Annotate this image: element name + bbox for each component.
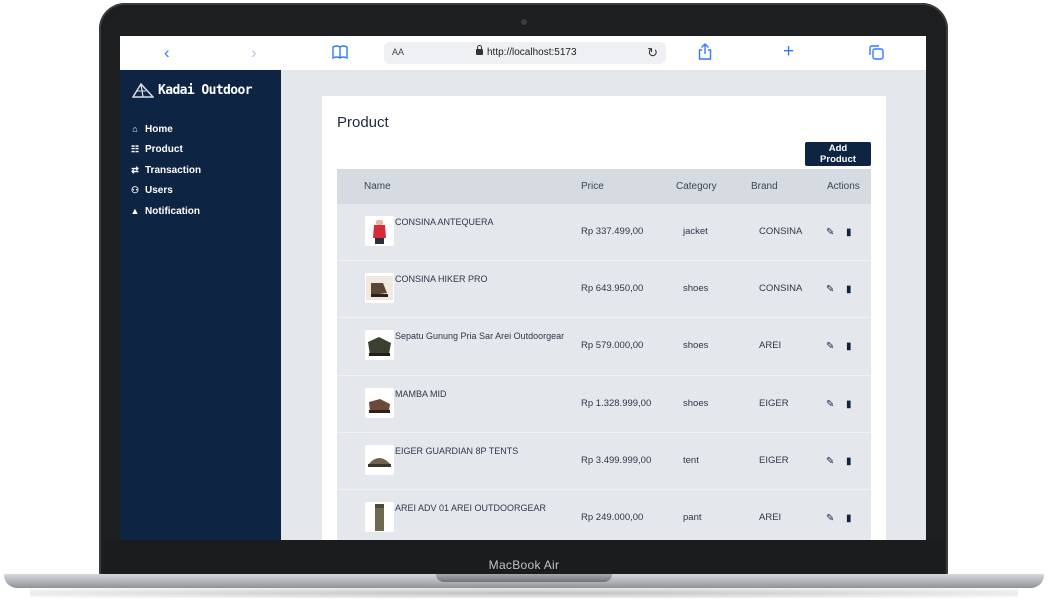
- transaction-icon: ⇄: [131, 164, 139, 175]
- table-row: EIGER GUARDIAN 8P TENTS Rp 3.499.999,00 …: [337, 432, 871, 490]
- camera-icon: [521, 19, 527, 25]
- product-name: CONSINA ANTEQUERA: [395, 217, 494, 227]
- table-header: Name Price Category Brand Actions: [337, 169, 871, 204]
- product-price: Rp 3.499.999,00: [581, 454, 652, 466]
- edit-icon[interactable]: ✎: [826, 399, 834, 410]
- table-row: AREI ADV 01 AREI OUTDOORGEAR Rp 249.000,…: [337, 489, 871, 540]
- sidebar-item-notification[interactable]: ▲ Notification: [130, 201, 201, 222]
- device-label: MacBook Air: [488, 558, 560, 572]
- screen: ‹ › AA http://localhost:5173 ↻ + Kadai O…: [120, 36, 926, 540]
- table-row: CONSINA HIKER PRO Rp 643.950,00 shoes CO…: [337, 261, 871, 319]
- browser-toolbar: ‹ › AA http://localhost:5173 ↻ +: [120, 36, 926, 71]
- product-category: jacket: [683, 226, 708, 237]
- address-bar[interactable]: AA http://localhost:5173 ↻: [384, 42, 666, 64]
- table-row: CONSINA ANTEQUERA Rp 337.499,00 jacket C…: [337, 204, 871, 262]
- share-icon[interactable]: [698, 43, 712, 65]
- product-brand: CONSINA: [759, 283, 803, 295]
- lock-icon: [476, 45, 483, 55]
- sidebar-item-label: Transaction: [145, 164, 202, 176]
- table-row: MAMBA MID Rp 1.328.999,00 shoes EIGER ✎ …: [337, 375, 871, 433]
- edit-icon[interactable]: ✎: [826, 341, 834, 352]
- delete-icon[interactable]: ▮: [846, 513, 852, 524]
- product-category: pant: [683, 511, 702, 523]
- product-name: EIGER GUARDIAN 8P TENTS: [395, 445, 519, 456]
- sidebar-item-transaction[interactable]: ⇄ Transaction: [130, 160, 201, 181]
- laptop-shadow: [30, 588, 1018, 598]
- product-name: AREI ADV 01 AREI OUTDOORGEAR: [395, 502, 547, 513]
- brand-name-right: Outdoor: [194, 82, 252, 98]
- product-brand: AREI: [759, 340, 782, 352]
- sidebar-item-users[interactable]: ⚇ Users: [130, 181, 201, 202]
- brand-name: Kadai Outdoor: [158, 82, 253, 98]
- product-category: shoes: [683, 340, 709, 352]
- delete-icon[interactable]: ▮: [846, 341, 852, 352]
- list-icon: ☷: [130, 144, 140, 155]
- product-price: Rp 337.499,00: [581, 226, 644, 237]
- url-value: http://localhost:5173: [487, 47, 577, 58]
- table-body: CONSINA ANTEQUERA Rp 337.499,00 jacket C…: [337, 204, 871, 540]
- url-text[interactable]: http://localhost:5173: [476, 45, 577, 58]
- tent-icon: [131, 82, 155, 98]
- edit-icon[interactable]: ✎: [826, 227, 834, 238]
- product-brand: EIGER: [759, 397, 789, 409]
- product-category: shoes: [683, 397, 709, 409]
- product-category: tent: [683, 454, 699, 466]
- delete-icon[interactable]: ▮: [846, 284, 852, 295]
- delete-icon[interactable]: ▮: [846, 456, 852, 467]
- brand-name-left: Kadai: [158, 82, 195, 98]
- edit-icon[interactable]: ✎: [826, 284, 834, 295]
- page-title: Product: [337, 114, 389, 131]
- brand-logo[interactable]: Kadai Outdoor: [131, 82, 253, 98]
- product-category: shoes: [683, 283, 709, 295]
- product-price: Rp 643.950,00: [581, 283, 644, 295]
- sidebar-item-product[interactable]: ☷ Product: [130, 140, 201, 161]
- chevron-left-icon[interactable]: ‹: [164, 43, 170, 63]
- sidebar-item-label: Home: [145, 123, 173, 135]
- product-image: [365, 501, 394, 532]
- product-brand: CONSINA: [759, 226, 803, 237]
- add-product-button[interactable]: Add Product: [805, 142, 871, 166]
- sidebar-item-label: Product: [145, 144, 183, 156]
- home-icon: ⌂: [132, 124, 138, 135]
- sidebar-nav: ⌂ Home ☷ Product ⇄ Transaction ⚇ Users ▲…: [130, 119, 202, 222]
- table-row: Sepatu Gunung Pria Sar Arei Outdoorgear …: [337, 318, 871, 376]
- product-image: [365, 330, 394, 361]
- column-header-category: Category: [676, 181, 717, 192]
- column-header-actions: Actions: [827, 181, 860, 192]
- sidebar: Kadai Outdoor ⌂ Home ☷ Product ⇄ Transac…: [120, 70, 281, 540]
- chevron-right-icon[interactable]: ›: [251, 43, 257, 63]
- product-image: [365, 216, 394, 246]
- sidebar-item-home[interactable]: ⌂ Home: [130, 119, 201, 140]
- product-image: [365, 444, 394, 475]
- edit-icon[interactable]: ✎: [826, 513, 834, 524]
- bell-icon: ▲: [130, 206, 140, 217]
- column-header-name: Name: [364, 181, 391, 192]
- product-name: Sepatu Gunung Pria Sar Arei Outdoorgear: [395, 331, 565, 342]
- text-size-button[interactable]: AA: [392, 47, 404, 57]
- product-price: Rp 579.000,00: [581, 340, 644, 352]
- delete-icon[interactable]: ▮: [846, 399, 852, 410]
- product-brand: AREI: [759, 511, 782, 523]
- sidebar-item-label: Notification: [145, 205, 200, 217]
- column-header-brand: Brand: [751, 181, 778, 192]
- column-header-price: Price: [581, 181, 604, 192]
- plus-icon[interactable]: +: [783, 42, 794, 62]
- delete-icon[interactable]: ▮: [846, 227, 852, 238]
- product-name: MAMBA MID: [395, 388, 447, 399]
- product-brand: EIGER: [759, 454, 789, 466]
- product-price: Rp 1.328.999,00: [581, 397, 652, 409]
- reload-icon[interactable]: ↻: [647, 45, 658, 61]
- book-icon[interactable]: [332, 44, 348, 64]
- product-card: Product Add Product Name Price Category …: [322, 96, 886, 540]
- product-image: [365, 273, 394, 304]
- product-name: CONSINA HIKER PRO: [395, 274, 488, 285]
- product-image: [365, 387, 394, 418]
- tabs-icon[interactable]: [869, 45, 884, 65]
- edit-icon[interactable]: ✎: [826, 456, 834, 467]
- product-price: Rp 249.000,00: [581, 511, 644, 523]
- laptop-notch: [436, 574, 612, 582]
- users-icon: ⚇: [130, 185, 140, 196]
- sidebar-item-label: Users: [145, 185, 173, 197]
